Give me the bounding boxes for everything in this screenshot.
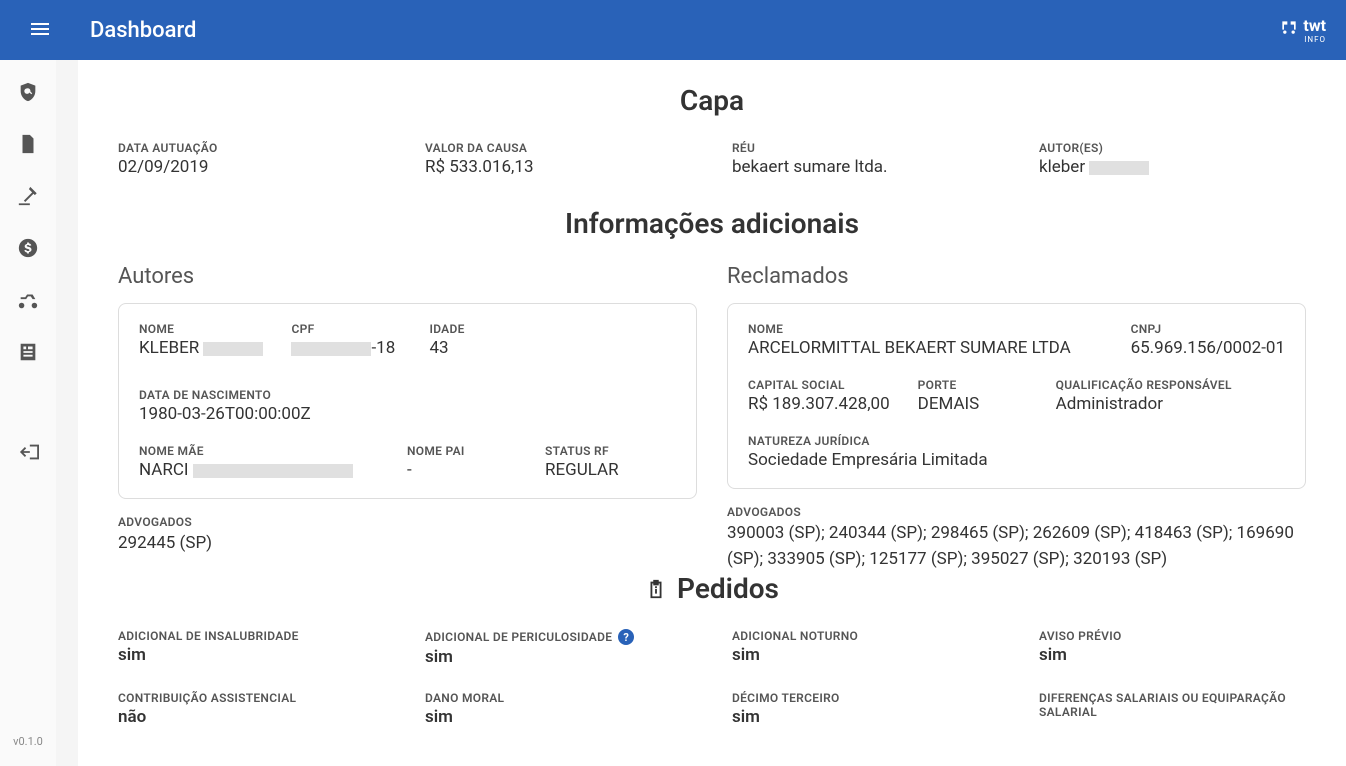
shield-search-icon xyxy=(17,81,39,103)
pedido-item: DÉCIMO TERCEIRO sim xyxy=(732,691,999,727)
clipboard-icon xyxy=(645,578,667,600)
redacted xyxy=(203,342,263,356)
pedido-item: ADICIONAL DE INSALUBRIDADE sim xyxy=(118,629,385,667)
logo-text: twt xyxy=(1303,16,1326,35)
pedido-item: CONTRIBUIÇÃO ASSISTENCIAL não xyxy=(118,691,385,727)
col-autores: Autores NOME KLEBER CPF -18 IDADE xyxy=(118,264,697,572)
sidebar-item-motorcycle[interactable] xyxy=(16,288,40,312)
hamburger-icon xyxy=(28,17,52,41)
pedidos-grid: ADICIONAL DE INSALUBRIDADEsimADICIONAL D… xyxy=(118,629,1306,727)
field-reu: RÉU bekaert sumare ltda. xyxy=(732,141,999,177)
label: DATA AUTUAÇÃO xyxy=(118,141,385,155)
value: R$ 533.016,13 xyxy=(425,157,692,177)
dollar-icon xyxy=(17,237,39,259)
field-data-autuacao: DATA AUTUAÇÃO 02/09/2019 xyxy=(118,141,385,177)
field-cpf: CPF -18 xyxy=(291,322,401,358)
pedido-value: sim xyxy=(732,645,999,665)
label: VALOR DA CAUSA xyxy=(425,141,692,155)
autores-advogados: ADVOGADOS 292445 (SP) xyxy=(118,515,697,557)
menu-button[interactable] xyxy=(20,9,60,52)
redacted xyxy=(291,342,371,356)
redacted xyxy=(193,464,353,478)
card-reclamado: NOME ARCELORMITTAL BEKAERT SUMARE LTDA C… xyxy=(727,303,1306,489)
col-reclamados: Reclamados NOME ARCELORMITTAL BEKAERT SU… xyxy=(727,264,1306,572)
field-autores: AUTOR(ES) kleber xyxy=(1039,141,1306,177)
pedido-value: sim xyxy=(732,707,999,727)
pedido-label: ADICIONAL DE INSALUBRIDADE xyxy=(118,629,385,643)
value: bekaert sumare ltda. xyxy=(732,157,999,177)
field-valor-causa: VALOR DA CAUSA R$ 533.016,13 xyxy=(425,141,692,177)
pedido-item: DIFERENÇAS SALARIAIS OU EQUIPARAÇÃO SALA… xyxy=(1039,691,1306,727)
field-capital: CAPITAL SOCIAL R$ 189.307.428,00 xyxy=(748,378,890,414)
pedido-item: ADICIONAL DE PERICULOSIDADE? sim xyxy=(425,629,692,667)
autores-title: Autores xyxy=(118,264,697,289)
value: kleber xyxy=(1039,157,1306,177)
pedido-value: sim xyxy=(118,645,385,665)
document-icon xyxy=(17,133,39,155)
section-title-capa: Capa xyxy=(118,84,1306,117)
page-title: Dashboard xyxy=(90,18,1279,43)
pedido-label: AVISO PRÉVIO xyxy=(1039,629,1306,643)
app-header: Dashboard twt INFO xyxy=(0,0,1346,60)
pedido-label: DÉCIMO TERCEIRO xyxy=(732,691,999,705)
field-cnpj: CNPJ 65.969.156/0002-01 xyxy=(1131,322,1285,358)
value: 02/09/2019 xyxy=(118,157,385,177)
pedido-label: DIFERENÇAS SALARIAIS OU EQUIPARAÇÃO SALA… xyxy=(1039,691,1306,719)
pedido-item: AVISO PRÉVIO sim xyxy=(1039,629,1306,667)
logo-icon xyxy=(1279,18,1299,43)
capa-row: DATA AUTUAÇÃO 02/09/2019 VALOR DA CAUSA … xyxy=(118,141,1306,177)
label: RÉU xyxy=(732,141,999,155)
report-icon xyxy=(17,341,39,363)
field-nome-empresa: NOME ARCELORMITTAL BEKAERT SUMARE LTDA xyxy=(748,322,1103,358)
sidebar-item-document[interactable] xyxy=(16,132,40,156)
reclamados-title: Reclamados xyxy=(727,264,1306,289)
field-nascimento: DATA DE NASCIMENTO 1980-03-26T00:00:00Z xyxy=(139,388,311,424)
help-icon[interactable]: ? xyxy=(618,629,634,645)
sidebar-item-gavel[interactable] xyxy=(16,184,40,208)
pedido-value: sim xyxy=(1039,645,1306,665)
field-porte: PORTE DEMAIS xyxy=(918,378,1028,414)
section-title-info: Informações adicionais xyxy=(118,207,1306,240)
field-nome: NOME KLEBER xyxy=(139,322,263,358)
pedido-label: CONTRIBUIÇÃO ASSISTENCIAL xyxy=(118,691,385,705)
field-status-rf: STATUS RF REGULAR xyxy=(545,444,655,480)
pedido-value: sim xyxy=(425,647,692,667)
pedido-label: ADICIONAL NOTURNO xyxy=(732,629,999,643)
motorcycle-icon xyxy=(17,289,39,311)
field-nome-mae: NOME MÃE NARCI xyxy=(139,444,379,480)
brand-logo: twt INFO xyxy=(1279,16,1326,44)
pedido-value: sim xyxy=(425,707,692,727)
card-autor: NOME KLEBER CPF -18 IDADE 43 DATA DE xyxy=(118,303,697,499)
pedido-item: ADICIONAL NOTURNO sim xyxy=(732,629,999,667)
field-qualificacao: QUALIFICAÇÃO RESPONSÁVEL Administrador xyxy=(1056,378,1232,414)
pedido-label: ADICIONAL DE PERICULOSIDADE? xyxy=(425,629,692,645)
field-idade: IDADE 43 xyxy=(429,322,539,358)
pedido-value: não xyxy=(118,707,385,727)
sidebar-item-report[interactable] xyxy=(16,340,40,364)
field-natureza: NATUREZA JURÍDICA Sociedade Empresária L… xyxy=(748,434,1285,470)
pedido-label: DANO MORAL xyxy=(425,691,692,705)
logo-subtext: INFO xyxy=(1303,35,1326,44)
sidebar-item-money[interactable] xyxy=(16,236,40,260)
logout-icon xyxy=(17,441,39,463)
sidebar-item-search-shield[interactable] xyxy=(16,80,40,104)
main-content: Capa DATA AUTUAÇÃO 02/09/2019 VALOR DA C… xyxy=(78,60,1346,766)
sidebar-item-logout[interactable] xyxy=(16,440,40,464)
gavel-icon xyxy=(17,185,39,207)
reclamados-advogados: ADVOGADOS 390003 (SP); 240344 (SP); 2984… xyxy=(727,505,1306,572)
section-title-pedidos: Pedidos xyxy=(118,572,1306,605)
field-nome-pai: NOME PAI - xyxy=(407,444,517,480)
version-label: v0.1.0 xyxy=(13,735,43,748)
label: AUTOR(ES) xyxy=(1039,141,1306,155)
pedido-item: DANO MORAL sim xyxy=(425,691,692,727)
sidebar: v0.1.0 xyxy=(0,60,56,766)
redacted xyxy=(1089,161,1149,175)
